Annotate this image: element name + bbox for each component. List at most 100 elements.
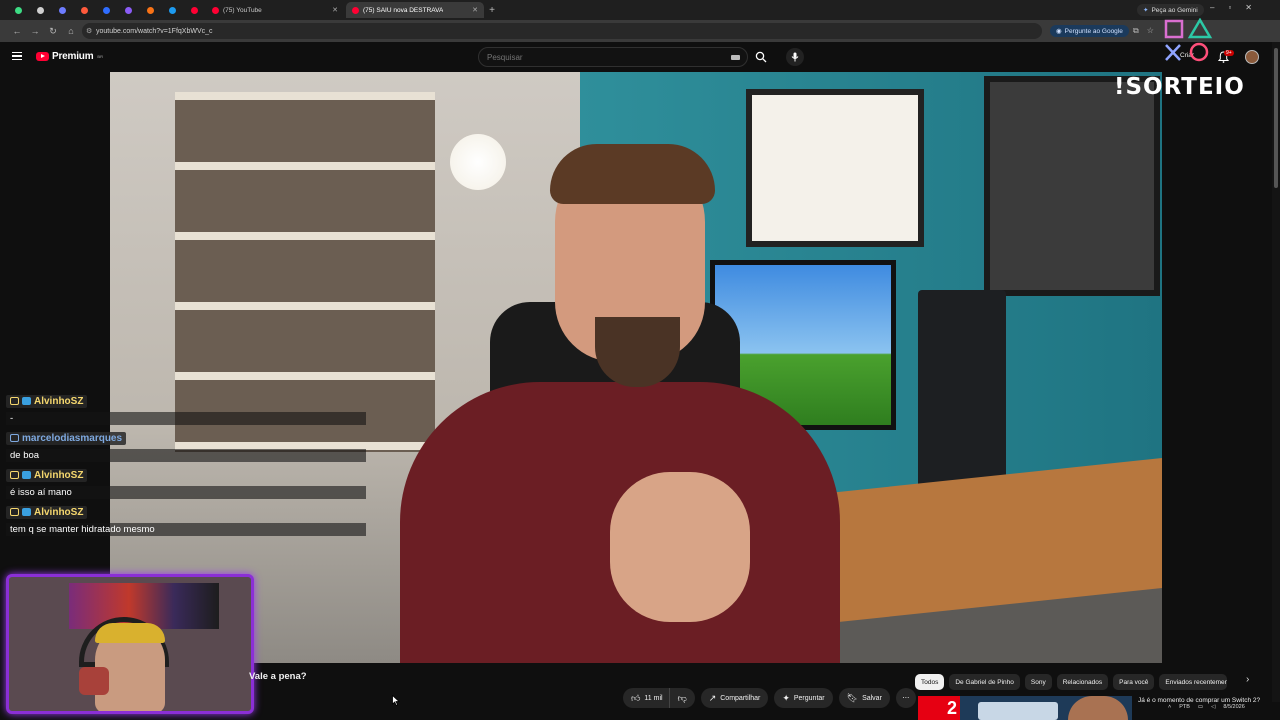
video-person-hands [610,472,750,622]
bookmark-icon: 🔖︎ [846,692,859,703]
tab-favicon-icon [58,6,66,14]
chevron-up-icon[interactable]: ˄ [1168,704,1171,710]
streamer-webcam-overlay [6,574,254,714]
account-avatar[interactable] [1245,50,1259,64]
search-input[interactable] [478,47,748,67]
tray-date[interactable]: 8/5/2026 [1223,704,1244,710]
browser-tab[interactable] [184,2,204,18]
keyboard-icon[interactable] [731,55,740,60]
bookmark-star-icon[interactable]: ☆ [1147,26,1154,36]
video-title: Vale a pena? [249,671,307,682]
video-player[interactable] [110,72,1162,663]
ask-button[interactable]: ✦ Perguntar [774,688,833,708]
browser-tab[interactable] [96,2,116,18]
notification-count-badge: 9+ [1224,50,1234,56]
share-button[interactable]: ↗ Compartilhar [700,688,769,708]
sparkle-icon: ✦ [782,692,790,703]
tab-title: (75) SAIU nova DESTRAVA [363,6,444,14]
sorteio-overlay-text: !SORTEIO [1114,74,1245,100]
tab-favicon-icon [190,6,198,14]
browser-tab[interactable] [140,2,160,18]
logo-country: BR [97,54,103,59]
search-icon [755,51,767,63]
maximize-icon[interactable]: ▫ [1228,3,1231,12]
bits-badge-icon [22,397,31,405]
browser-tab[interactable]: (75) YouTube ✕ [206,2,344,18]
dislike-button[interactable]: 👎︎ [668,688,695,708]
url-text: youtube.com/watch?v=1FfqXbWVc_c [96,27,213,35]
close-icon[interactable]: ✕ [1245,3,1252,12]
thumbnail-art [978,702,1058,720]
network-icon[interactable]: ▭ [1198,704,1203,710]
filter-chip[interactable]: De Gabriel de Pinho [949,674,1020,690]
window-controls: – ▫ ✕ [1210,3,1252,12]
bits-badge-icon [22,508,31,516]
browser-tab[interactable] [118,2,138,18]
chat-message-text: de boa [6,449,366,462]
filter-chip[interactable]: Para você [1113,674,1155,690]
filter-chip[interactable]: Todos [915,674,945,690]
video-frame-right [984,76,1160,296]
chat-username: AlvinhoSZ [34,506,84,518]
tab-favicon-icon [102,6,110,14]
browser-toolbar: ⧉ ☆ [1133,26,1154,36]
browser-tab[interactable] [52,2,72,18]
tab-close-icon[interactable]: ✕ [332,6,338,14]
back-icon[interactable]: ← [8,26,26,36]
playstation-symbols-overlay [1164,18,1213,62]
google-lens-icon: ◉ [1056,28,1062,35]
new-tab-button[interactable]: + [484,5,500,16]
browser-tab[interactable]: (75) SAIU nova DESTRAVA ✕ [346,2,484,18]
recommendation-thumbnail[interactable]: 2 [918,696,1132,720]
youtube-logo[interactable]: Premium BR [36,51,103,62]
search-button[interactable] [750,47,772,67]
recommendation-filter-chips: Todos De Gabriel de Pinho Sony Relacionados… [915,674,1228,690]
like-button[interactable]: 👍︎ 11 mil [623,688,669,708]
volume-icon[interactable]: ◁ [1211,704,1215,710]
minimize-icon[interactable]: – [1210,3,1214,12]
youtube-play-icon [36,52,49,61]
install-icon[interactable]: ⧉ [1133,26,1139,36]
video-frame-left [746,89,924,247]
mouse-cursor-icon [392,695,400,706]
save-button[interactable]: 🔖︎ Salvar [838,688,890,708]
video-person-hair [550,144,715,204]
keyboard-language[interactable]: PTB [1179,704,1190,710]
chevron-right-icon[interactable]: › [1246,674,1249,685]
filter-chip[interactable]: Sony [1024,674,1052,690]
more-actions-button[interactable]: ⋯ [895,688,916,708]
tab-favicon-icon [352,6,359,14]
forward-icon[interactable]: → [26,26,44,36]
browser-tab[interactable] [8,2,28,18]
tab-close-icon[interactable]: ✕ [472,6,478,14]
chat-user: AlvinhoSZ [6,468,88,482]
chat-message: AlvinhoSZ - [6,392,366,425]
browser-tab[interactable] [74,2,94,18]
browser-tab[interactable] [162,2,182,18]
url-field[interactable]: ⚙ youtube.com/watch?v=1FfqXbWVc_c [82,23,1042,39]
share-icon: ↗ [708,692,717,703]
chat-user: marcelodiasmarques [6,431,127,445]
menu-icon[interactable] [12,52,22,60]
ask-google-button[interactable]: ◉ Pergunte ao Google [1050,25,1129,37]
filter-chip[interactable]: Relacionados [1056,674,1109,690]
logo-text: Premium [52,51,94,62]
browser-tab[interactable] [30,2,50,18]
reload-icon[interactable]: ↻ [44,26,62,37]
voice-search-button[interactable] [786,48,804,66]
chat-message-text: tem q se manter hidratado mesmo [6,523,366,536]
gemini-button[interactable]: ✦ Peça ao Gemini [1137,4,1204,16]
tab-favicon-icon [80,6,88,14]
thumbs-down-icon: 👎︎ [677,692,687,703]
tab-favicon-icon [146,6,154,14]
chat-message: AlvinhoSZ tem q se manter hidratado mesmo [6,503,366,536]
page-scrollbar[interactable] [1272,42,1280,702]
stream-chat-overlay: AlvinhoSZ - marcelodiasmarques de boa Alvinh… [6,392,366,540]
subscriber-badge-icon [10,434,19,442]
home-icon[interactable]: ⌂ [62,26,80,36]
thumbs-up-icon: 👍︎ [631,692,641,703]
filter-chip[interactable]: Enviados recentemente [1159,674,1228,690]
site-info-icon[interactable]: ⚙ [86,27,92,35]
subscriber-badge-icon [10,471,19,479]
webcam-cap [95,623,165,643]
